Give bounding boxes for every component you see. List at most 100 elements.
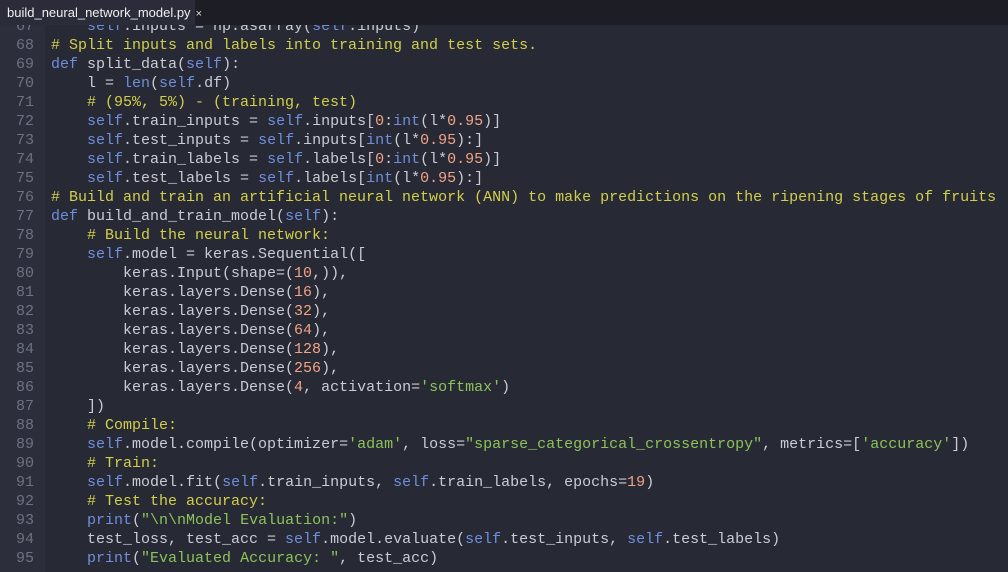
keyword-token: self bbox=[87, 474, 124, 491]
keyword-token: self bbox=[222, 474, 259, 491]
code-text: l = len(self.df) bbox=[51, 74, 231, 93]
code-text: keras.Input(shape=(10,)), bbox=[51, 264, 348, 283]
line-number: 95 bbox=[15, 550, 34, 567]
code-token: ):] bbox=[456, 170, 484, 187]
code-line[interactable]: 77 def build_and_train_model(self): bbox=[0, 207, 1008, 226]
close-icon[interactable]: × bbox=[196, 8, 202, 20]
code-token: .labels[ bbox=[294, 170, 367, 187]
code-line[interactable]: 95 print("Evaluated Accuracy: ", test_ac… bbox=[0, 549, 1008, 568]
string-token: 'accuracy' bbox=[861, 436, 952, 453]
number-token: 0.95 bbox=[447, 113, 484, 130]
code-line[interactable]: 87 ]) bbox=[0, 397, 1008, 416]
number-token: 128 bbox=[294, 341, 322, 358]
code-text: # (95%, 5%) - (training, test) bbox=[51, 93, 357, 112]
code-line[interactable]: 68 # Split inputs and labels into trainin… bbox=[0, 36, 1008, 55]
code-text: keras.layers.Dense(256), bbox=[51, 359, 339, 378]
code-line[interactable]: 82 keras.layers.Dense(32), bbox=[0, 302, 1008, 321]
line-number: 87 bbox=[15, 398, 34, 415]
code-line[interactable]: 92 # Test the accuracy: bbox=[0, 492, 1008, 511]
code-line[interactable]: 75 self.test_labels = self.labels[int(l*… bbox=[0, 169, 1008, 188]
code-line[interactable]: 71 # (95%, 5%) - (training, test) bbox=[0, 93, 1008, 112]
code-line[interactable]: 94 test_loss, test_acc = self.model.eval… bbox=[0, 530, 1008, 549]
keyword-token: self bbox=[159, 75, 196, 92]
code-text: self.test_labels = self.labels[int(l*0.9… bbox=[51, 169, 483, 188]
code-text: keras.layers.Dense(64), bbox=[51, 321, 330, 340]
code-line[interactable]: 81 keras.layers.Dense(16), bbox=[0, 283, 1008, 302]
line-number: 86 bbox=[15, 379, 34, 396]
number-token: 4 bbox=[294, 379, 304, 396]
number-token: 0 bbox=[375, 113, 385, 130]
comment-token: # Compile: bbox=[87, 417, 178, 434]
code-text: # Train: bbox=[51, 454, 159, 473]
code-line[interactable]: 70 l = len(self.df) bbox=[0, 74, 1008, 93]
keyword-token: len bbox=[123, 75, 151, 92]
code-line[interactable]: 76 # Build and train an artificial neural… bbox=[0, 188, 1008, 207]
code-text: self.model.fit(self.train_inputs, self.t… bbox=[51, 473, 654, 492]
keyword-token: int bbox=[366, 132, 394, 149]
code-token: .train_labels, epochs= bbox=[429, 474, 628, 491]
code-token: (l* bbox=[420, 113, 448, 130]
code-token: (l* bbox=[393, 170, 421, 187]
number-token: 0.95 bbox=[420, 132, 457, 149]
code-token: .model.compile(optimizer= bbox=[123, 436, 349, 453]
code-line[interactable]: 91 self.model.fit(self.train_inputs, sel… bbox=[0, 473, 1008, 492]
code-text: print("Evaluated Accuracy: ", test_acc) bbox=[51, 549, 438, 568]
keyword-token: self bbox=[465, 531, 502, 548]
code-line[interactable]: 74 self.train_labels = self.labels[0:int… bbox=[0, 150, 1008, 169]
code-text: keras.layers.Dense(4, activation='softma… bbox=[51, 378, 510, 397]
line-number: 71 bbox=[15, 94, 34, 111]
code-token: .test_labels) bbox=[663, 531, 781, 548]
code-line[interactable]: 89 self.model.compile(optimizer='adam', … bbox=[0, 435, 1008, 454]
line-number: 83 bbox=[15, 322, 34, 339]
code-token: ): bbox=[222, 56, 241, 73]
line-number: 80 bbox=[15, 265, 34, 282]
number-token: 32 bbox=[294, 303, 313, 320]
code-line[interactable]: 67 self.inputs = np.asarray(self.inputs) bbox=[0, 25, 1008, 36]
comment-token: # (95%, 5%) - (training, test) bbox=[87, 94, 358, 111]
code-line[interactable]: 83 keras.layers.Dense(64), bbox=[0, 321, 1008, 340]
code-line[interactable]: 79 self.model = keras.Sequential([ bbox=[0, 245, 1008, 264]
code-editor[interactable]: 67 self.inputs = np.asarray(self.inputs)… bbox=[0, 25, 1008, 572]
code-text: self.model = keras.Sequential([ bbox=[51, 245, 366, 264]
code-text: # Build and train an artificial neural n… bbox=[51, 188, 996, 207]
code-line[interactable]: 73 self.test_inputs = self.inputs[int(l*… bbox=[0, 131, 1008, 150]
code-line[interactable]: 72 self.train_inputs = self.inputs[0:int… bbox=[0, 112, 1008, 131]
line-number: 94 bbox=[15, 531, 34, 548]
code-token: keras.layers.Dense( bbox=[51, 379, 295, 396]
code-token: build_and_train_model( bbox=[78, 208, 286, 225]
code-token: .model = keras.Sequential([ bbox=[123, 246, 367, 263]
line-number: 89 bbox=[15, 436, 34, 453]
code-text: self.train_labels = self.labels[0:int(l*… bbox=[51, 150, 501, 169]
line-number: 73 bbox=[15, 132, 34, 149]
code-token: .inputs) bbox=[348, 25, 421, 35]
code-token: .model.evaluate( bbox=[321, 531, 466, 548]
number-token: 0 bbox=[375, 151, 385, 168]
code-line[interactable]: 85 keras.layers.Dense(256), bbox=[0, 359, 1008, 378]
code-token: ), bbox=[312, 284, 331, 301]
keyword-token: self bbox=[258, 132, 295, 149]
code-line[interactable]: 93 print("\n\nModel Evaluation:") bbox=[0, 511, 1008, 530]
code-line[interactable]: 90 # Train: bbox=[0, 454, 1008, 473]
code-line[interactable]: 84 keras.layers.Dense(128), bbox=[0, 340, 1008, 359]
code-line[interactable]: 69 def split_data(self): bbox=[0, 55, 1008, 74]
keyword-token: print bbox=[87, 550, 133, 567]
string-token: 'adam' bbox=[348, 436, 403, 453]
code-line[interactable]: 88 # Compile: bbox=[0, 416, 1008, 435]
line-number: 74 bbox=[15, 151, 34, 168]
code-line[interactable]: 86 keras.layers.Dense(4, activation='sof… bbox=[0, 378, 1008, 397]
code-line[interactable]: 80 keras.Input(shape=(10,)), bbox=[0, 264, 1008, 283]
code-token: ) bbox=[501, 379, 511, 396]
tab-build-neural-network-model[interactable]: build_neural_network_model.py × bbox=[0, 0, 202, 25]
code-token: ): bbox=[321, 208, 340, 225]
code-token: : bbox=[384, 151, 394, 168]
code-text: keras.layers.Dense(128), bbox=[51, 340, 339, 359]
code-line[interactable]: 78 # Build the neural network: bbox=[0, 226, 1008, 245]
code-token: test_loss, test_acc = bbox=[51, 531, 286, 548]
line-number: 93 bbox=[15, 512, 34, 529]
